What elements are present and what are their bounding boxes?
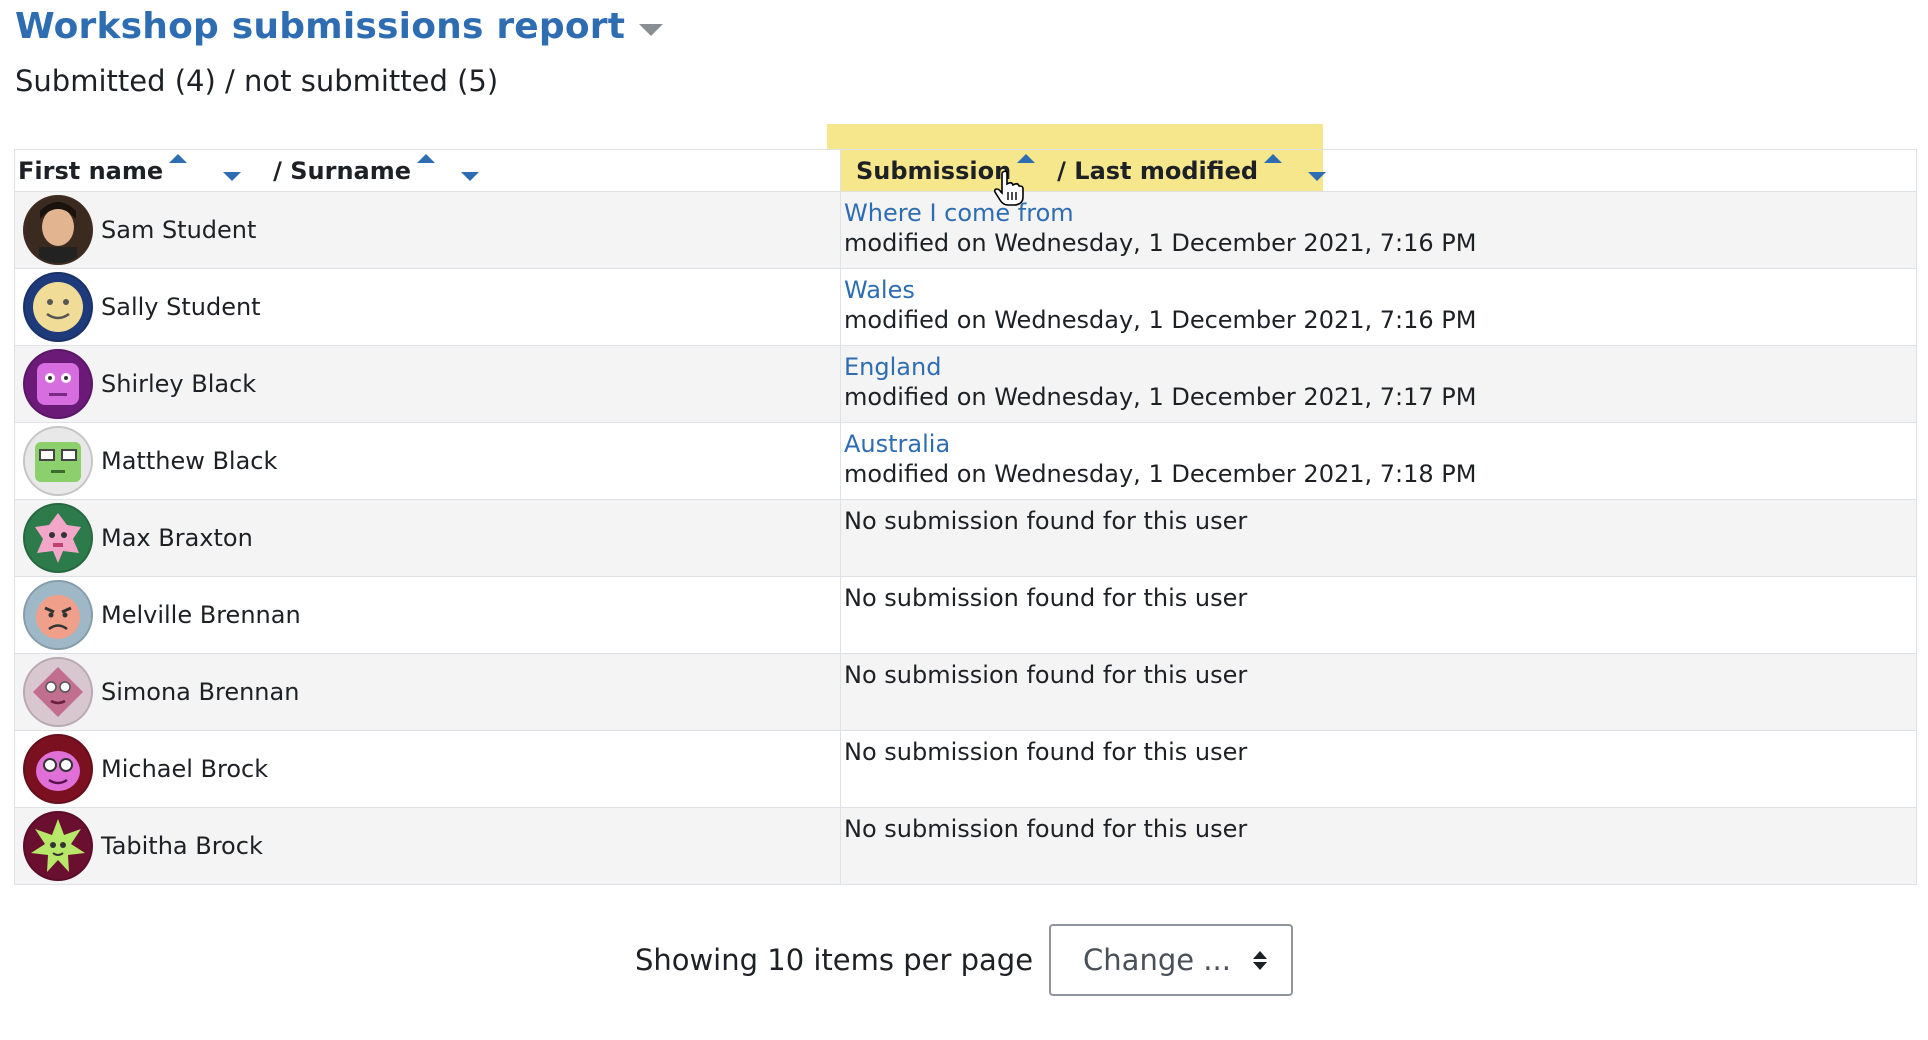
no-submission-text: No submission found for this user	[844, 507, 1248, 535]
pink-monster-avatar[interactable]	[23, 503, 93, 573]
submission-cell: England modified on Wednesday, 1 Decembe…	[840, 345, 1917, 423]
table-row: Simona Brennan No submission found for t…	[14, 653, 1917, 731]
name-column-header: First name / Surname	[14, 149, 841, 192]
submission-cell: Wales modified on Wednesday, 1 December …	[840, 268, 1917, 346]
star-avatar[interactable]	[23, 811, 93, 881]
green-monster-avatar[interactable]	[23, 426, 93, 496]
table-row: Matthew Black Australia modified on Wedn…	[14, 422, 1917, 500]
submission-link[interactable]: England	[844, 353, 941, 381]
user-name-link[interactable]: Shirley Black	[101, 370, 256, 398]
user-name-link[interactable]: Melville Brennan	[101, 601, 301, 629]
user-cell: Max Braxton	[14, 499, 841, 577]
sort-ascending-icon[interactable]	[1017, 154, 1036, 163]
submission-link[interactable]: Where I come from	[844, 199, 1074, 227]
user-name-link[interactable]: Tabitha Brock	[101, 832, 263, 860]
user-cell: Michael Brock	[14, 730, 841, 808]
sort-descending-icon[interactable]	[461, 172, 480, 181]
pagination-bar: Showing 10 items per page Change ...	[0, 924, 1928, 996]
modified-text: modified on Wednesday, 1 December 2021, …	[844, 306, 1477, 334]
user-cell: Shirley Black	[14, 345, 841, 423]
user-cell: Simona Brennan	[14, 653, 841, 731]
user-cell: Sally Student	[14, 268, 841, 346]
submission-cell: Australia modified on Wednesday, 1 Decem…	[840, 422, 1917, 500]
collapse-caret-icon[interactable]	[639, 23, 664, 36]
no-submission-text: No submission found for this user	[844, 738, 1248, 766]
diamond-avatar[interactable]	[23, 657, 93, 727]
grumpy-avatar[interactable]	[23, 580, 93, 650]
submission-cell: No submission found for this user	[840, 576, 1917, 654]
no-submission-text: No submission found for this user	[844, 661, 1248, 689]
submission-cell: No submission found for this user	[840, 499, 1917, 577]
sort-surname-link[interactable]: / Surname	[273, 157, 411, 185]
table-header-row: First name / Surname Submission / Last m…	[14, 149, 1917, 192]
user-name-link[interactable]: Sally Student	[101, 293, 261, 321]
sort-descending-icon[interactable]	[223, 172, 242, 181]
user-cell: Melville Brennan	[14, 576, 841, 654]
user-name-link[interactable]: Matthew Black	[101, 447, 277, 475]
sort-last-modified-link[interactable]: / Last modified	[1057, 157, 1258, 185]
sort-submission-link[interactable]: Submission	[856, 157, 1011, 185]
user-cell: Matthew Black	[14, 422, 841, 500]
submissions-table-wrapper: First name / Surname Submission / Last m…	[14, 149, 1917, 885]
sort-ascending-icon[interactable]	[417, 154, 436, 163]
user-name-link[interactable]: Sam Student	[101, 216, 256, 244]
user-name-link[interactable]: Max Braxton	[101, 524, 253, 552]
submission-cell: No submission found for this user	[840, 807, 1917, 885]
page-header: Workshop submissions report	[15, 6, 664, 47]
sort-ascending-icon[interactable]	[169, 154, 188, 163]
purple-monster-avatar[interactable]	[23, 349, 93, 419]
table-row: Melville Brennan No submission found for…	[14, 576, 1917, 654]
user-cell: Sam Student	[14, 191, 841, 269]
photo-avatar[interactable]	[23, 195, 93, 265]
submission-cell: No submission found for this user	[840, 653, 1917, 731]
submission-cell: No submission found for this user	[840, 730, 1917, 808]
per-page-select[interactable]: Change ...	[1049, 924, 1294, 996]
hand-cursor-icon	[994, 170, 1024, 206]
table-row: Tabitha Brock No submission found for th…	[14, 807, 1917, 885]
submissions-table: First name / Surname Submission / Last m…	[14, 149, 1917, 885]
glasses-avatar[interactable]	[23, 734, 93, 804]
items-per-page-label: Showing 10 items per page	[634, 943, 1034, 977]
no-submission-text: No submission found for this user	[844, 584, 1248, 612]
page-title[interactable]: Workshop submissions report	[15, 6, 625, 47]
select-value: Change ...	[1083, 943, 1231, 977]
sort-ascending-icon[interactable]	[1264, 154, 1283, 163]
modified-text: modified on Wednesday, 1 December 2021, …	[844, 383, 1477, 411]
user-cell: Tabitha Brock	[14, 807, 841, 885]
submission-link[interactable]: Wales	[844, 276, 915, 304]
modified-text: modified on Wednesday, 1 December 2021, …	[844, 460, 1477, 488]
submission-summary: Submitted (4) / not submitted (5)	[15, 64, 499, 98]
smiley-avatar[interactable]	[23, 272, 93, 342]
table-row: Sally Student Wales modified on Wednesda…	[14, 268, 1917, 346]
modified-text: modified on Wednesday, 1 December 2021, …	[844, 229, 1477, 257]
table-row: Shirley Black England modified on Wednes…	[14, 345, 1917, 423]
user-name-link[interactable]: Simona Brennan	[101, 678, 299, 706]
sort-first-name-link[interactable]: First name	[18, 157, 163, 185]
table-row: Michael Brock No submission found for th…	[14, 730, 1917, 808]
select-arrows-icon	[1253, 950, 1268, 970]
submission-link[interactable]: Australia	[844, 430, 950, 458]
table-row: Sam Student Where I come from modified o…	[14, 191, 1917, 269]
sort-descending-icon[interactable]	[1308, 172, 1327, 181]
user-name-link[interactable]: Michael Brock	[101, 755, 268, 783]
table-row: Max Braxton No submission found for this…	[14, 499, 1917, 577]
no-submission-text: No submission found for this user	[844, 815, 1248, 843]
